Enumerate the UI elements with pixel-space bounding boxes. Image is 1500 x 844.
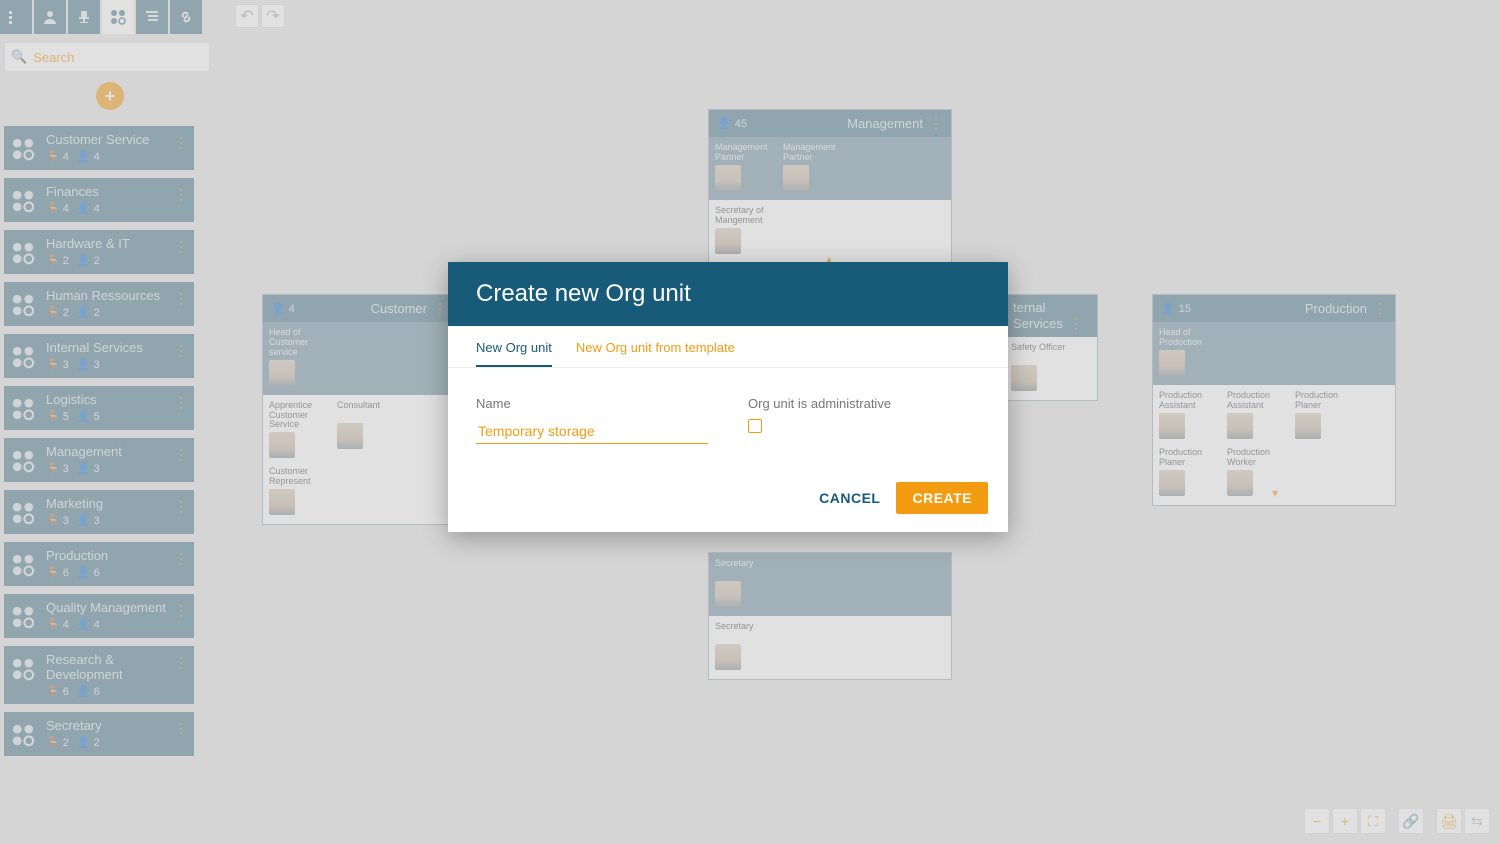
modal-tabs: New Org unit New Org unit from template xyxy=(448,326,1008,368)
create-orgunit-modal: Create new Org unit New Org unit New Org… xyxy=(448,262,1008,532)
create-button[interactable]: CREATE xyxy=(896,482,988,514)
modal-title: Create new Org unit xyxy=(448,262,1008,326)
name-input[interactable] xyxy=(476,419,708,444)
tab-new-orgunit[interactable]: New Org unit xyxy=(476,340,552,367)
admin-checkbox[interactable] xyxy=(748,419,762,433)
tab-new-from-template[interactable]: New Org unit from template xyxy=(576,340,735,367)
admin-label: Org unit is administrative xyxy=(748,396,980,411)
name-label: Name xyxy=(476,396,708,411)
cancel-button[interactable]: CANCEL xyxy=(819,490,880,506)
